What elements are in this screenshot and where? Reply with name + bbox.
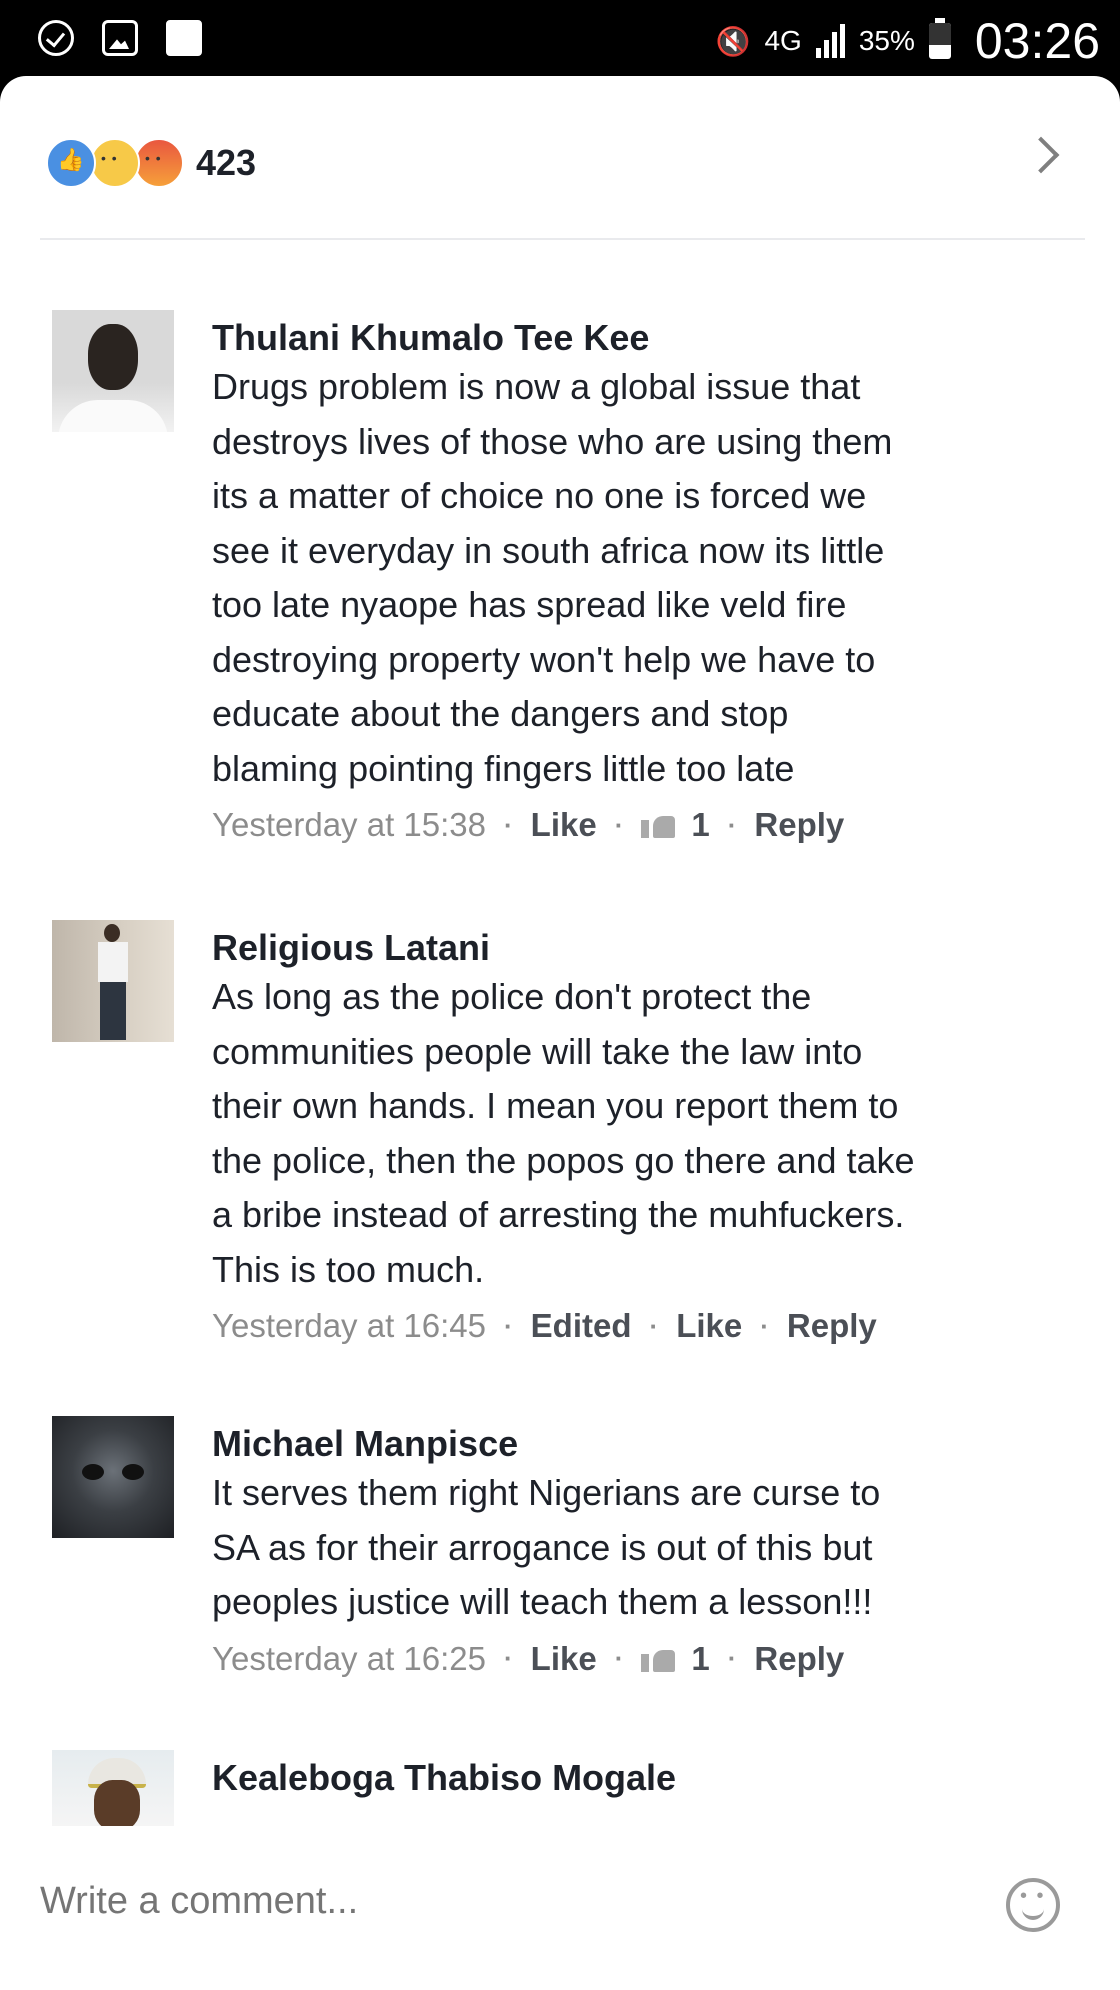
comment-line: the police, then the popos go there and …	[212, 1139, 915, 1181]
reaction-summary[interactable]: 423	[46, 138, 256, 188]
comment-line: educate about the dangers and stop	[212, 693, 789, 734]
avatar[interactable]	[52, 1750, 174, 1826]
shield-check-icon	[38, 20, 74, 56]
comment-author[interactable]: Religious Latani	[212, 926, 1072, 970]
comment-meta: Yesterday at 15:38 · Like · 1 · Reply	[212, 806, 1072, 844]
network-type: 4G	[764, 25, 802, 56]
gallery-icon	[102, 20, 138, 56]
comment-line: This is too much.	[212, 1248, 485, 1290]
comment-author[interactable]: Kealeboga Thabiso Mogale	[212, 1756, 1072, 1800]
clock: 03:26	[974, 13, 1100, 69]
reaction-count: 423	[196, 142, 257, 183]
angry-icon	[134, 138, 184, 188]
separator-dot: ·	[504, 809, 513, 840]
like-button[interactable]: Like	[676, 1307, 742, 1345]
comment-time: Yesterday at 16:45	[212, 1307, 486, 1344]
comment-meta: Yesterday at 16:45 · Edited · Like · Rep…	[212, 1307, 1072, 1345]
separator-dot: ·	[727, 1643, 737, 1673]
comments-sheet: 423 Thulani Khumalo Tee Kee Drugs proble…	[0, 76, 1120, 1990]
comment-text: It serves them right Nigerians are curse…	[212, 1466, 1072, 1630]
comment-text: Drugs problem is now a global issue that…	[212, 360, 1072, 796]
comment-line: destroying property won't help we have t…	[212, 638, 876, 680]
thumbs-up-icon	[641, 1646, 676, 1672]
comment-meta: Yesterday at 16:25 · Like · 1 · Reply	[212, 1640, 1072, 1678]
reply-button[interactable]: Reply	[787, 1307, 877, 1345]
status-bar: 🔇 4G 35% 03:26	[0, 0, 1120, 82]
system-status: 🔇 4G 35% 03:26	[716, 12, 1100, 70]
reply-button[interactable]: Reply	[754, 1640, 844, 1678]
avatar[interactable]	[52, 920, 174, 1042]
comment-line: blaming pointing fingers little too late	[212, 747, 795, 789]
comment-line: destroys lives of those who are using th…	[212, 420, 893, 462]
comment-line: its a matter of choice no one is forced …	[212, 475, 867, 516]
comment-line: too late nyaope has spread like veld fir…	[212, 584, 847, 625]
message-icon	[166, 20, 202, 56]
separator-dot: ·	[504, 1310, 513, 1341]
mute-icon: 🔇	[715, 25, 751, 57]
reactions-bar[interactable]: 423	[0, 76, 1120, 236]
avatar[interactable]	[52, 310, 174, 432]
like-button[interactable]: Like	[531, 1640, 597, 1678]
reply-button[interactable]: Reply	[754, 806, 844, 844]
comment-line: their own hands. I mean you report them …	[212, 1085, 899, 1126]
avatar[interactable]	[52, 1416, 174, 1538]
thumbs-up-icon	[641, 812, 676, 838]
separator-dot: ·	[649, 1310, 659, 1341]
comment-line: communities people will take the law int…	[212, 1030, 863, 1072]
like-icon	[46, 138, 96, 188]
like-count[interactable]: 1	[691, 806, 709, 844]
separator-dot: ·	[760, 1310, 769, 1341]
separator-dot: ·	[504, 1643, 513, 1673]
emoji-icon[interactable]	[1006, 1878, 1060, 1932]
comment-line: see it everyday in south africa now its …	[212, 529, 885, 571]
battery-percent: 35%	[858, 25, 915, 56]
like-count[interactable]: 1	[691, 1640, 709, 1678]
comment-time: Yesterday at 16:25	[212, 1639, 486, 1677]
comment-line: SA as for their arrogance is out of this…	[212, 1526, 873, 1568]
comment-line: peoples justice will teach them a lesson…	[212, 1581, 873, 1622]
notification-icons	[38, 20, 202, 56]
battery-icon	[928, 18, 951, 59]
comment-line: a bribe instead of arresting the muhfuck…	[212, 1194, 905, 1235]
comment-line: It serves them right Nigerians are curse…	[212, 1472, 881, 1513]
like-button[interactable]: Like	[531, 806, 597, 844]
separator-dot: ·	[727, 809, 737, 840]
separator-dot: ·	[614, 1643, 624, 1673]
comment-author[interactable]: Thulani Khumalo Tee Kee	[212, 316, 1072, 360]
sad-icon	[90, 138, 140, 188]
comment-text: As long as the police don't protect the …	[212, 970, 1072, 1297]
edited-label[interactable]: Edited	[531, 1307, 632, 1345]
comment-input[interactable]	[40, 1880, 940, 1923]
signal-icon	[815, 24, 845, 58]
comment-line: As long as the police don't protect the	[212, 976, 812, 1017]
comment-time: Yesterday at 15:38	[212, 806, 486, 843]
chevron-right-icon[interactable]	[1022, 136, 1060, 174]
comment-line: Drugs problem is now a global issue that	[212, 366, 861, 407]
separator-dot: ·	[614, 809, 624, 840]
divider	[40, 238, 1085, 240]
comment-author[interactable]: Michael Manpisce	[212, 1422, 1072, 1466]
